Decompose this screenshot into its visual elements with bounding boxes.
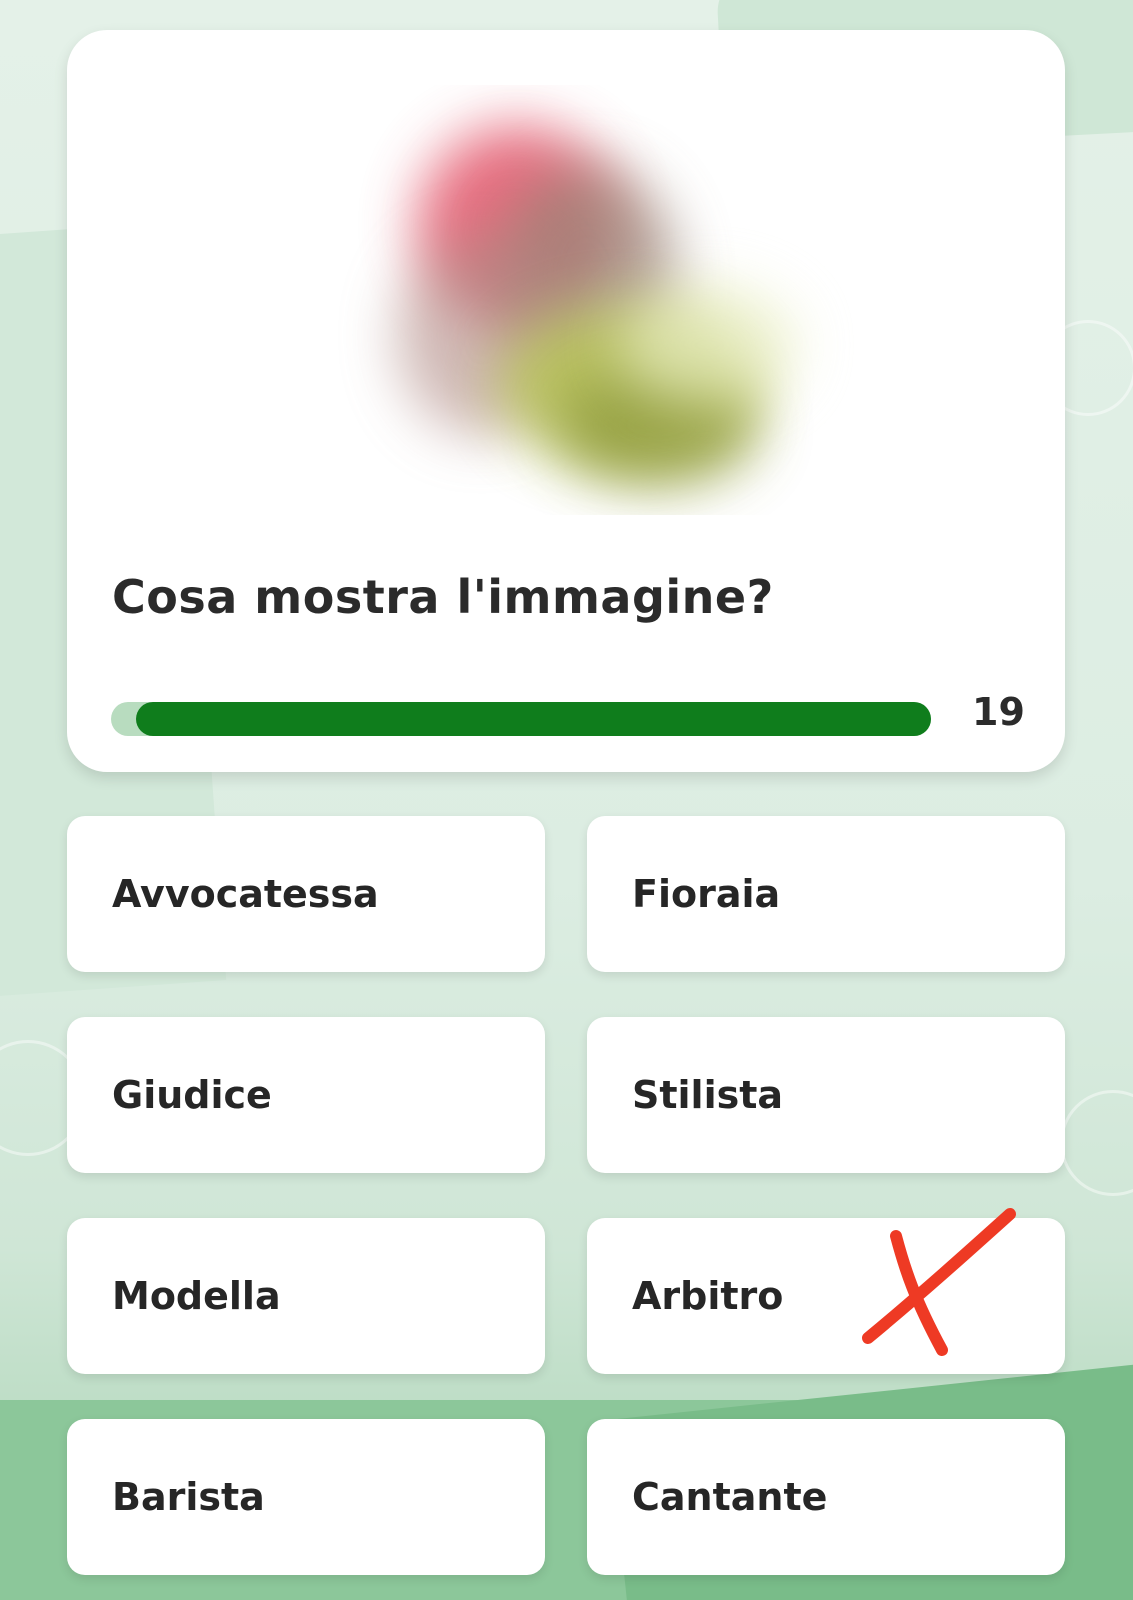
timer-bar <box>111 702 931 736</box>
timer-count: 19 <box>972 690 1025 734</box>
wrong-cross-icon <box>862 1208 1016 1356</box>
answer-label: Modella <box>112 1274 281 1318</box>
question-text: Cosa mostra l'immagine? <box>112 570 774 624</box>
answer-option-fioraia[interactable]: Fioraia <box>587 816 1065 972</box>
answer-option-cantante[interactable]: Cantante <box>587 1419 1065 1575</box>
question-card: Cosa mostra l'immagine? 19 <box>67 30 1065 772</box>
answer-option-stilista[interactable]: Stilista <box>587 1017 1065 1173</box>
answer-option-giudice[interactable]: Giudice <box>67 1017 545 1173</box>
answer-option-barista[interactable]: Barista <box>67 1419 545 1575</box>
blurred-photo <box>337 85 877 515</box>
answer-label: Giudice <box>112 1073 272 1117</box>
answer-label: Cantante <box>632 1475 828 1519</box>
answer-option-avvocatessa[interactable]: Avvocatessa <box>67 816 545 972</box>
answer-label: Fioraia <box>632 872 781 916</box>
timer-bar-fill <box>135 702 931 736</box>
answer-label: Stilista <box>632 1073 784 1117</box>
answer-label: Arbitro <box>632 1274 784 1318</box>
answer-label: Barista <box>112 1475 265 1519</box>
lightbulb-doodle-icon <box>1060 1090 1133 1196</box>
answer-label: Avvocatessa <box>112 872 379 916</box>
answer-option-modella[interactable]: Modella <box>67 1218 545 1374</box>
